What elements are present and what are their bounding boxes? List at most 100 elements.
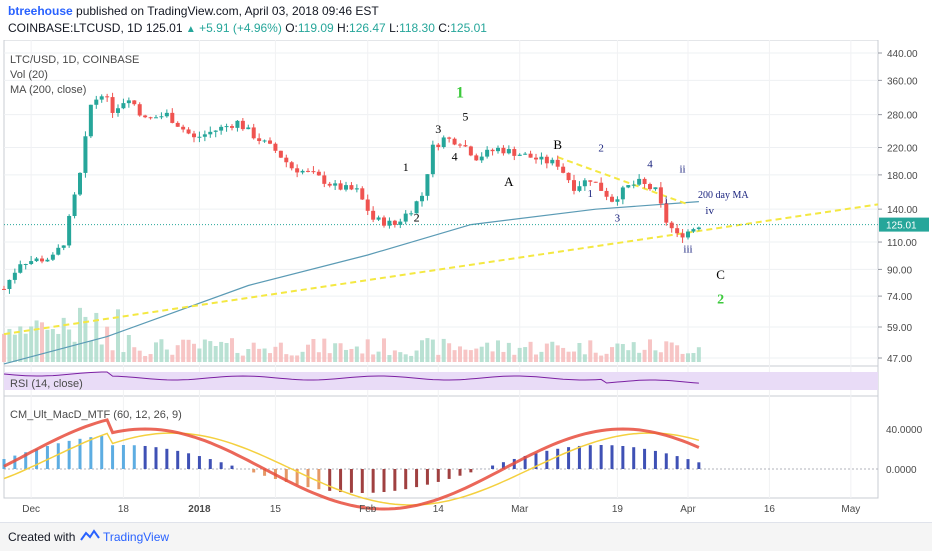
volume-bar bbox=[246, 349, 250, 362]
volume-bar bbox=[572, 352, 576, 362]
candle-body bbox=[594, 182, 598, 183]
macd-histogram-bar bbox=[317, 469, 320, 489]
volume-bar bbox=[377, 352, 381, 362]
candle-body bbox=[648, 184, 652, 189]
wave-label: 4 bbox=[647, 159, 653, 171]
candle-body bbox=[159, 116, 163, 117]
candle-body bbox=[686, 232, 690, 238]
volume-bar bbox=[197, 349, 201, 362]
ma-legend: MA (200, close) bbox=[10, 84, 86, 96]
candle-body bbox=[83, 136, 87, 173]
candle-body bbox=[208, 132, 212, 134]
volume-bar bbox=[398, 352, 402, 362]
candle-body bbox=[143, 115, 147, 117]
macd-histogram-bar bbox=[231, 466, 234, 469]
wave-label: ii bbox=[680, 164, 686, 176]
volume-bar bbox=[105, 327, 109, 362]
x-tick-label: 15 bbox=[270, 504, 282, 515]
candle-body bbox=[13, 273, 17, 280]
volume-bar bbox=[322, 339, 326, 362]
candle-body bbox=[301, 171, 305, 173]
volume-bar bbox=[529, 342, 533, 362]
y-tick-label: 180.00 bbox=[887, 171, 918, 182]
volume-bar bbox=[208, 341, 212, 362]
volume-bar bbox=[480, 347, 484, 362]
volume-bar bbox=[621, 344, 625, 362]
volume-bar bbox=[539, 352, 543, 362]
macd-histogram-bar bbox=[621, 446, 624, 469]
volume-bar bbox=[306, 345, 310, 362]
macd-histogram-bar bbox=[611, 445, 614, 469]
macd-histogram-bar bbox=[578, 446, 581, 469]
volume-bar bbox=[588, 340, 592, 362]
candle-body bbox=[691, 229, 695, 231]
y-tick-label: 220.00 bbox=[887, 144, 918, 155]
candle-body bbox=[615, 199, 619, 201]
chart-canvas[interactable]: 200 day MA 440.00360.00280.00220.00180.0… bbox=[0, 40, 932, 522]
volume-bar bbox=[610, 347, 614, 362]
volume-bar bbox=[637, 353, 641, 362]
volume-bar bbox=[165, 350, 169, 362]
candle-body bbox=[404, 214, 408, 222]
candle-body bbox=[599, 183, 603, 191]
macd-histogram-bar bbox=[600, 445, 603, 469]
candle-body bbox=[621, 187, 625, 199]
main-panel bbox=[4, 40, 878, 366]
volume-bar bbox=[605, 354, 609, 362]
low-label: L: bbox=[389, 21, 399, 35]
candle-body bbox=[45, 260, 49, 262]
macd-histogram-bar bbox=[687, 459, 690, 469]
volume-bar bbox=[40, 322, 44, 362]
rsi-band bbox=[4, 372, 878, 390]
macd-histogram-bar bbox=[448, 469, 451, 479]
volume-bar bbox=[691, 353, 695, 362]
volume-bar bbox=[626, 350, 630, 362]
wave-label: 3 bbox=[615, 212, 621, 224]
candle-body bbox=[127, 100, 131, 103]
wave-label: 2 bbox=[598, 142, 604, 154]
candle-body bbox=[442, 137, 446, 147]
y-tick-label: 47.00 bbox=[887, 354, 912, 365]
volume-bar bbox=[686, 353, 690, 362]
candle-body bbox=[420, 196, 424, 201]
volume-bar bbox=[393, 350, 397, 362]
macd-histogram-bar bbox=[35, 449, 38, 469]
candle-body bbox=[339, 183, 343, 189]
volume-bar bbox=[382, 338, 386, 362]
author-name[interactable]: btreehouse bbox=[8, 4, 73, 18]
candle-body bbox=[181, 127, 185, 130]
volume-bar bbox=[491, 351, 495, 362]
candle-body bbox=[51, 255, 55, 260]
candle-body bbox=[192, 134, 196, 138]
rsi-legend: RSI (14, close) bbox=[10, 378, 83, 390]
volume-bar bbox=[366, 339, 370, 362]
volume-bar bbox=[241, 356, 245, 362]
candle-body bbox=[469, 146, 473, 155]
candle-body bbox=[132, 100, 136, 104]
x-tick-label: 19 bbox=[612, 504, 624, 515]
x-tick-label: 18 bbox=[118, 504, 130, 515]
candle-body bbox=[637, 179, 641, 185]
volume-bar bbox=[235, 353, 239, 362]
chart-header: btreehouse published on TradingView.com,… bbox=[0, 0, 932, 40]
tradingview-link[interactable]: TradingView bbox=[103, 530, 169, 544]
macd-histogram-bar bbox=[383, 469, 386, 492]
candle-body bbox=[567, 173, 571, 180]
candle-body bbox=[681, 233, 685, 237]
macd-histogram-bar bbox=[697, 462, 700, 469]
volume-bar bbox=[89, 341, 93, 362]
volume-bar bbox=[170, 355, 174, 362]
macd-histogram-bar bbox=[350, 469, 353, 493]
close-label: C: bbox=[438, 21, 450, 35]
volume-bar bbox=[203, 340, 207, 362]
candle-body bbox=[225, 126, 229, 127]
candle-body bbox=[577, 186, 581, 191]
candle-body bbox=[501, 148, 505, 153]
candle-body bbox=[203, 134, 207, 136]
candle-body bbox=[165, 113, 169, 116]
candle-body bbox=[306, 171, 310, 172]
volume-bar bbox=[653, 350, 657, 362]
last-price-tag-text: 125.01 bbox=[886, 221, 917, 232]
candle-body bbox=[105, 96, 109, 97]
volume-bar bbox=[567, 352, 571, 362]
